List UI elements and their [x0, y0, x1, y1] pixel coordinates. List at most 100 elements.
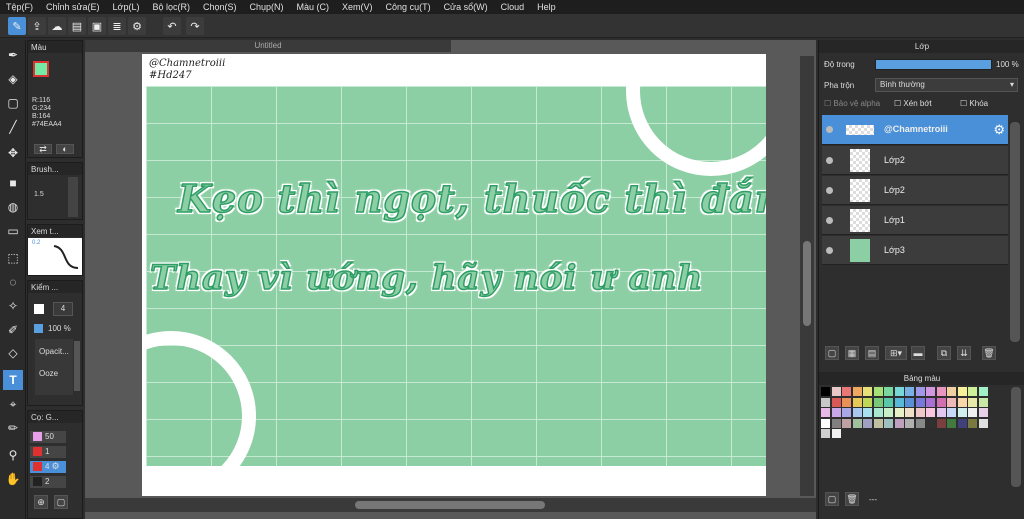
select-eraser-tool-icon[interactable]: ◇ — [3, 343, 23, 363]
menu-item[interactable]: Cloud — [501, 2, 525, 12]
duplicate-layer-icon[interactable]: ⧉ — [937, 346, 951, 360]
palette-swatch[interactable] — [852, 418, 862, 428]
menu-item[interactable]: Công cụ(T) — [386, 2, 431, 12]
menu-item[interactable]: Chỉnh sửa(E) — [46, 2, 100, 12]
palette-swatch[interactable] — [978, 418, 988, 428]
layer-opacity-slider[interactable] — [875, 59, 992, 70]
palette-swatch[interactable] — [915, 387, 925, 396]
add-palette-color-icon[interactable]: ▢ — [825, 492, 839, 506]
eyedropper-tool-icon[interactable]: ⚲ — [3, 445, 23, 465]
protect-alpha-checkbox[interactable]: ☐ Bảo vệ alpha — [824, 99, 880, 108]
palette-swatch[interactable] — [873, 408, 883, 417]
operation-tool-icon[interactable]: ⌖ — [3, 394, 23, 414]
palette-swatch[interactable] — [926, 387, 935, 396]
menu-item[interactable]: Bộ lọc(R) — [152, 2, 190, 12]
palette-swatch[interactable] — [905, 387, 914, 396]
gear-icon[interactable]: ⚙ — [51, 461, 59, 471]
palette-swatch[interactable] — [831, 397, 841, 407]
menu-item[interactable]: Lớp(L) — [113, 2, 140, 12]
select-tool-icon[interactable]: ⬚ — [3, 248, 23, 268]
palette-swatch[interactable] — [821, 387, 830, 396]
new-halftone-layer-icon[interactable]: ▦ — [845, 346, 859, 360]
document-icon[interactable]: ▣ — [88, 17, 106, 35]
layer-row-selected[interactable]: @Chamnetroiii ⚙ — [822, 115, 1008, 145]
palette-swatch[interactable] — [873, 387, 883, 396]
palette-swatch[interactable] — [831, 387, 841, 396]
palette-swatch[interactable] — [884, 387, 893, 396]
palette-swatch[interactable] — [947, 408, 956, 417]
palette-swatch[interactable] — [957, 397, 967, 407]
menu-item[interactable]: Tệp(F) — [6, 2, 33, 12]
palette-swatch[interactable] — [831, 418, 841, 428]
horizontal-scrollbar[interactable] — [85, 498, 816, 512]
brush-list-item[interactable]: 2 — [30, 476, 66, 488]
palette-swatch[interactable] — [842, 418, 851, 428]
gradient-tool-icon[interactable]: ▭ — [3, 221, 23, 241]
palette-swatch[interactable] — [842, 387, 851, 396]
palette-swatch[interactable] — [821, 418, 830, 428]
palette-swatch[interactable] — [821, 397, 830, 407]
layer-list-scrollbar[interactable] — [1010, 122, 1020, 342]
palette-swatch[interactable] — [957, 408, 967, 417]
canvas-paper[interactable]: @Chamnetroiii #Hd247 Kẹo thì ngọt, thuốc… — [142, 54, 766, 496]
merge-layer-icon[interactable]: ⇊ — [957, 346, 971, 360]
palette-swatch[interactable] — [863, 397, 872, 407]
add-brush-icon[interactable]: ⊕ — [34, 495, 48, 509]
new-folder-icon[interactable]: ▬ — [911, 346, 925, 360]
palette-swatch[interactable] — [905, 418, 914, 428]
menu-item[interactable]: Help — [537, 2, 556, 12]
palette-swatch[interactable] — [947, 418, 956, 428]
palette-swatch[interactable] — [905, 397, 914, 407]
palette-swatch[interactable] — [894, 387, 904, 396]
swap-color-icon[interactable]: ⇄ — [34, 144, 52, 154]
magic-wand-tool-icon[interactable]: ✧ — [3, 296, 23, 316]
palette-swatch[interactable] — [894, 418, 904, 428]
menu-item[interactable]: Chụp(N) — [250, 2, 284, 12]
text-tool-icon[interactable]: T — [3, 370, 23, 390]
settings-icon[interactable]: ⚙ — [128, 17, 146, 35]
layers-icon[interactable]: ≣ — [108, 17, 126, 35]
layer-row[interactable]: Lớp2 — [822, 176, 1008, 205]
visibility-eye-icon[interactable] — [826, 187, 833, 194]
menu-item[interactable]: Xem(V) — [342, 2, 373, 12]
palette-swatch[interactable] — [936, 418, 946, 428]
palette-swatch[interactable] — [852, 408, 862, 417]
layer-row[interactable]: Lớp1 — [822, 206, 1008, 235]
bucket-tool-icon[interactable]: ◍ — [3, 197, 23, 217]
blend-mode-select[interactable]: Bình thường ▾ — [875, 78, 1018, 92]
brush-list-item-selected[interactable]: 4 ⚙ — [30, 461, 66, 473]
palette-swatch[interactable] — [926, 408, 935, 417]
palette-swatch[interactable] — [852, 387, 862, 396]
palette-swatch[interactable] — [968, 387, 977, 396]
palette-swatch[interactable] — [947, 397, 956, 407]
palette-swatch[interactable] — [968, 397, 977, 407]
palette-swatch[interactable] — [915, 397, 925, 407]
lasso-tool-icon[interactable]: ◌ — [3, 272, 23, 292]
palette-swatch[interactable] — [821, 408, 830, 417]
brush-list-item[interactable]: 1 — [30, 446, 66, 458]
rect-select-tool-icon[interactable]: ▢ — [3, 93, 23, 113]
horizontal-scroll-thumb[interactable] — [355, 501, 545, 509]
palette-swatch[interactable] — [915, 418, 925, 428]
palette-swatch[interactable] — [842, 397, 851, 407]
opacity-option[interactable]: Opacit... — [39, 347, 69, 356]
vertical-scrollbar[interactable] — [800, 56, 814, 496]
export-icon[interactable]: ⇪ — [28, 17, 46, 35]
new-layer-icon[interactable]: ▢ — [825, 346, 839, 360]
palette-swatch[interactable] — [884, 408, 893, 417]
delete-palette-color-icon[interactable]: 🗑 — [845, 492, 859, 506]
vertical-scroll-thumb[interactable] — [803, 241, 811, 326]
brush-min-size-field[interactable]: 4 — [53, 302, 73, 316]
foreground-color-swatch[interactable] — [33, 61, 49, 77]
gear-icon[interactable]: ⚙ — [993, 122, 1005, 138]
brush-mode-icon[interactable]: ✎ — [8, 17, 26, 35]
ooze-option[interactable]: Ooze — [39, 369, 58, 378]
fill-rect-tool-icon[interactable]: ■ — [3, 173, 23, 193]
palette-swatch[interactable] — [957, 387, 967, 396]
palette-swatch[interactable] — [831, 429, 841, 438]
palette-swatch[interactable] — [894, 408, 904, 417]
palette-swatch[interactable] — [936, 408, 946, 417]
clip-checkbox[interactable]: ☐ Xén bớt — [894, 99, 932, 108]
lock-checkbox[interactable]: ☐ Khóa — [960, 99, 988, 108]
palette-swatch[interactable] — [957, 418, 967, 428]
